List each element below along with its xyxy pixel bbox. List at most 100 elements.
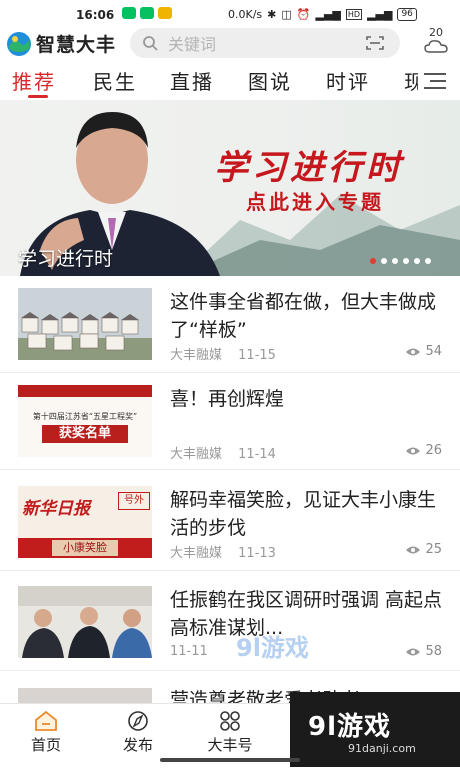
thumb-title: 小康笑脸 [52,540,118,556]
signal-icon: ▂▄▆ [315,8,341,21]
carousel-dot[interactable] [425,258,431,264]
news-date: 11-14 [238,447,276,462]
status-indicators: 0.0K/s ✱ ◫ ⏰ ▂▄▆ HD ▂▄▆ 96 [228,8,417,21]
thumb-red-band [18,385,152,397]
bluetooth-icon: ✱ [267,8,277,21]
thumb-caption: 第十四届江苏省“五星工程奖” [32,412,138,421]
news-date: 11-13 [238,546,276,561]
search-input[interactable] [166,30,360,58]
news-item[interactable]: 任振鹤在我区调研时强调 高起点高标准谋划... 11-11 58 [0,574,460,671]
carousel-dot[interactable] [392,258,398,264]
message-icon [158,7,172,19]
banner-headline: 学习进行时 [214,148,404,188]
signal-icon-2: ▂▄▆ [367,8,393,21]
app-header: 智慧大丰 20 [0,26,460,62]
banner-carousel[interactable]: 学习进行时 点此进入专题 学习进行时 [0,100,460,276]
search-bar[interactable] [130,28,400,58]
news-title: 喜！再创辉煌 [170,388,285,410]
thumb-title: 获奖名单 [42,425,128,443]
nav-dafeng-account[interactable]: 大丰号 [200,710,260,755]
view-count-value: 26 [425,443,442,458]
wechat-icon [122,7,136,19]
tab-more-partial[interactable]: 现 [404,66,418,95]
news-meta: 大丰融媒 11-15 [170,344,276,363]
grid-icon [220,711,240,731]
carousel-dots [370,258,431,264]
watermark-brand: 9l游戏 [308,712,392,742]
news-thumbnail [18,288,152,360]
news-item[interactable]: 这件事全省都在做，但大丰做成了“样板” 大丰融媒 11-15 54 [0,276,460,373]
news-source: 大丰融媒 [170,447,223,462]
news-title: 这件事全省都在做，但大丰做成了“样板” [170,291,437,341]
eye-icon [406,546,421,553]
news-date: 11-15 [238,348,276,363]
eye-icon [406,447,421,454]
eye-icon [406,648,421,655]
compass-icon [128,711,148,731]
banner-caption: 学习进行时 [18,248,114,270]
active-tab-indicator [28,95,48,98]
tab-commentary[interactable]: 时评 [326,66,370,95]
app-logo: 智慧大丰 [6,30,116,57]
wechat-icon [140,7,154,19]
nav-home[interactable]: 首页 [16,710,76,755]
status-time: 16:06 [76,8,115,22]
view-count: 54 [405,344,442,359]
scan-icon[interactable] [366,35,384,51]
vibrate-icon: ◫ [281,8,292,21]
watermark-badge: 9l游戏 91danji.com [290,692,460,767]
village-image [18,288,152,360]
officials-photo [18,586,152,658]
news-thumbnail: 新华日报 号外 小康笑脸 [18,486,152,558]
cloud-icon [424,40,448,53]
logo-icon [7,31,31,56]
view-count-value: 58 [425,644,442,659]
banner-subline: 点此进入专题 [246,190,384,214]
view-count: 58 [405,644,442,659]
eye-icon [406,348,421,355]
news-source: 大丰融媒 [170,348,223,363]
search-icon [143,36,158,51]
battery-icon: 96 [397,8,417,21]
news-source: 大丰融媒 [170,546,223,561]
watermark-url: 91danji.com [348,742,416,755]
tab-livelihood[interactable]: 民生 [93,66,137,95]
carousel-dot[interactable] [370,258,376,264]
view-count: 25 [405,542,442,557]
view-count-value: 25 [425,542,442,557]
category-tabs: 推荐 民生 直播 图说 时评 现 [0,64,460,100]
news-thumbnail: 第十四届江苏省“五星工程奖” 获奖名单 [18,385,152,457]
weather-widget[interactable]: 20 [416,26,456,53]
tab-photo[interactable]: 图说 [248,66,292,95]
nav-label: 发布 [122,736,153,754]
carousel-dot[interactable] [381,258,387,264]
nav-publish[interactable]: 发布 [108,710,168,755]
nav-label: 大丰号 [207,736,253,754]
tab-live[interactable]: 直播 [170,66,214,95]
hd-icon: HD [345,9,363,20]
gesture-home-bar[interactable] [160,758,300,762]
news-date: 11-11 [170,644,208,659]
home-icon [35,710,57,731]
news-meta: 大丰融媒 11-13 [170,542,276,561]
menu-icon[interactable] [424,73,446,89]
thumb-newspaper-name: 新华日报 [22,499,90,519]
news-meta: 11-11 [170,644,208,659]
news-meta: 大丰融媒 11-14 [170,443,276,462]
nav-label: 首页 [30,736,61,754]
network-speed: 0.0K/s [228,8,263,21]
view-count-value: 54 [425,344,442,359]
notification-icons [122,7,172,19]
thumb-tag: 号外 [118,492,150,510]
alarm-icon: ⏰ [296,8,311,21]
view-count: 26 [405,443,442,458]
app-name: 智慧大丰 [36,34,117,56]
carousel-dot[interactable] [403,258,409,264]
news-item[interactable]: 新华日报 号外 小康笑脸 解码幸福笑脸，见证大丰小康生活的步伐 大丰融媒 11-… [0,474,460,571]
status-bar: 16:06 0.0K/s ✱ ◫ ⏰ ▂▄▆ HD ▂▄▆ 96 [0,0,460,26]
weather-temp: 20 [429,26,443,39]
news-thumbnail [18,586,152,658]
tab-recommend[interactable]: 推荐 [12,66,56,95]
carousel-dot[interactable] [414,258,420,264]
news-item[interactable]: 第十四届江苏省“五星工程奖” 获奖名单 喜！再创辉煌 大丰融媒 11-14 26 [0,373,460,470]
